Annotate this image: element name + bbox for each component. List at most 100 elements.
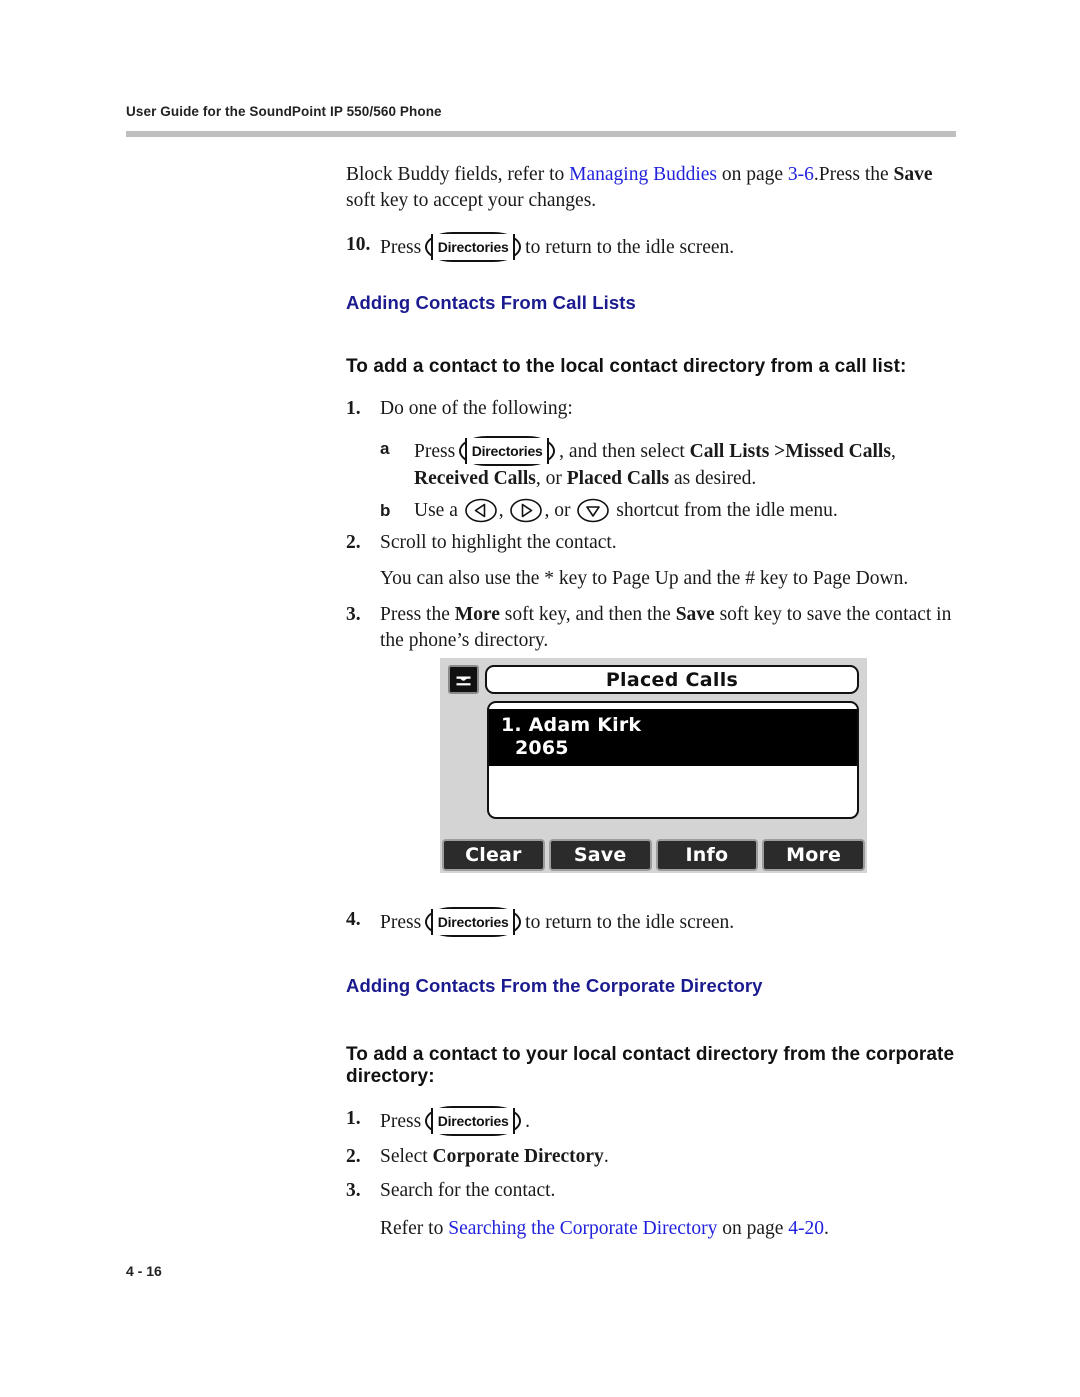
step-1b-marker: b: [380, 501, 391, 520]
keycap-label: Directories: [437, 914, 509, 930]
heading-adding-contacts-corporate-directory: Adding Contacts From the Corporate Direc…: [346, 975, 763, 996]
step-10-body: Press Directories to return to the idle sc…: [380, 232, 958, 262]
step-1b: b Use a , , or shortcut from the idle me…: [346, 498, 958, 524]
intro-text-a: Block Buddy fields, refer to: [346, 164, 570, 185]
arrow-right-key-icon[interactable]: [509, 498, 543, 523]
page-number: 4 - 16: [126, 1263, 162, 1279]
keycap-label: Directories: [471, 443, 543, 459]
corp-step-3-text: Search for the contact.: [380, 1180, 556, 1201]
step-1b-pre: Use a: [414, 500, 463, 521]
arrow-down-key-icon[interactable]: [576, 498, 610, 523]
step-3-mid: soft key, and then the: [499, 604, 676, 625]
step-1b-body: Use a , , or shortcut from the idle menu…: [414, 498, 958, 524]
step-1-call-list: 1. Do one of the following:: [346, 396, 958, 422]
corp-step-1-post: .: [525, 1111, 531, 1132]
corp-step-1-pre: Press: [380, 1111, 422, 1132]
directories-keycap[interactable]: Directories: [425, 907, 522, 937]
step-1-marker: 1.: [346, 398, 361, 419]
step-4-marker: 4.: [346, 909, 361, 930]
subheading-add-contact-call-list: To add a contact to the local contact di…: [346, 356, 907, 377]
step-2-note: You can also use the * key to Page Up an…: [380, 568, 909, 589]
handset-icon: [448, 665, 479, 694]
corp-note-pre: Refer to: [380, 1218, 449, 1239]
corp-step-1-marker: 1.: [346, 1108, 361, 1129]
step-10-pre: Press: [380, 237, 422, 258]
received-calls-bold: Received Calls: [414, 468, 536, 489]
corp-step-2-pre: Select: [380, 1146, 433, 1167]
step-1a-marker: a: [380, 439, 390, 458]
running-head: User Guide for the SoundPoint IP 550/560…: [126, 104, 442, 119]
step-1a-after3: as desired.: [669, 468, 757, 489]
corporate-directory-bold: Corporate Directory: [432, 1146, 604, 1167]
step-4-body: Press Directories to return to the idle sc…: [380, 907, 958, 937]
keycap-label: Directories: [437, 239, 509, 255]
step-4-pre: Press: [380, 912, 422, 933]
step-3-marker: 3.: [346, 604, 361, 625]
corp-step-1-body: Press Directories.: [380, 1106, 958, 1136]
call-lists-missed-calls-bold: Call Lists >Missed Calls: [689, 441, 891, 462]
lcd-entry-number: 2065: [515, 737, 569, 759]
softkey-clear[interactable]: Clear: [442, 839, 545, 871]
save-softkey-bold: Save: [675, 604, 715, 625]
step-1b-post: shortcut from the idle menu.: [611, 500, 838, 521]
lcd-entry-name: 1. Adam Kirk: [501, 714, 642, 736]
step-2-marker: 2.: [346, 532, 361, 553]
intro-text-c: .Press the: [813, 164, 894, 185]
page-ref-3-6[interactable]: 3-6: [788, 164, 814, 185]
lcd-call-list: 1. Adam Kirk 2065: [487, 701, 859, 819]
step-1a-mid: , and then select: [559, 441, 690, 462]
header-rule: [126, 131, 956, 137]
corp-note-post: .: [824, 1218, 829, 1239]
corp-step-3: 3. Search for the contact.: [346, 1178, 958, 1204]
corp-step-1: 1. Press Directories.: [346, 1106, 958, 1136]
step-3-pre: Press the: [380, 604, 455, 625]
corp-step-2-body: Select Corporate Directory.: [380, 1144, 958, 1170]
searching-corporate-directory-link[interactable]: Searching the Corporate Directory: [448, 1218, 717, 1239]
step-3-call-list: 3. Press the More soft key, and then the…: [346, 602, 958, 654]
step-10-marker: 10.: [346, 234, 371, 255]
corp-step-3-note: Refer to Searching the Corporate Directo…: [346, 1216, 958, 1242]
arrow-left-key-icon[interactable]: [464, 498, 498, 523]
step-1a-after2: , or: [535, 468, 567, 489]
step-1a-after1: ,: [890, 441, 896, 462]
page-ref-4-20[interactable]: 4-20: [788, 1218, 824, 1239]
keycap-label: Directories: [437, 1113, 509, 1129]
corp-note-mid: on page: [717, 1218, 789, 1239]
heading-adding-contacts-call-lists: Adding Contacts From Call Lists: [346, 292, 636, 313]
step-1a-pre: Press: [414, 441, 456, 462]
softkey-save[interactable]: Save: [548, 839, 652, 871]
more-softkey-bold: More: [454, 604, 500, 625]
corp-step-3-marker: 3.: [346, 1180, 361, 1201]
intro-text-b: on page: [716, 164, 788, 185]
softkey-info[interactable]: Info: [655, 839, 759, 871]
directories-keycap[interactable]: Directories: [425, 1106, 522, 1136]
step-3-body: Press the More soft key, and then the Sa…: [380, 602, 958, 654]
corp-step-2: 2. Select Corporate Directory.: [346, 1144, 958, 1170]
directories-keycap[interactable]: Directories: [425, 232, 522, 262]
step-1a: a Press Directories , and then select Call…: [346, 436, 958, 492]
step-10-post: to return to the idle screen.: [525, 237, 735, 258]
step-1-text: Do one of the following:: [380, 398, 573, 419]
step-2-call-list: 2. Scroll to highlight the contact.: [346, 530, 958, 556]
placed-calls-bold: Placed Calls: [566, 468, 670, 489]
step-1b-sep2: , or: [544, 500, 576, 521]
save-bold: Save: [893, 164, 933, 185]
corp-step-2-marker: 2.: [346, 1146, 361, 1167]
directories-keycap[interactable]: Directories: [459, 436, 556, 466]
phone-lcd-figure: Placed Calls 1. Adam Kirk 2065 Clear Sav…: [440, 658, 867, 873]
step-4-call-list: 4. Press Directories to return to the idle…: [346, 907, 958, 937]
lcd-title: Placed Calls: [485, 665, 859, 694]
step-1b-sep1: ,: [498, 500, 509, 521]
lcd-title-bar: Placed Calls: [448, 665, 859, 694]
step-10: 10. Press Directories to return to the idl…: [346, 232, 958, 262]
step-2-text: Scroll to highlight the contact.: [380, 532, 617, 553]
lcd-softkey-row: Clear Save Info More: [440, 839, 867, 873]
intro-paragraph: Block Buddy fields, refer to Managing Bu…: [346, 162, 958, 214]
softkey-more[interactable]: More: [762, 839, 865, 871]
step-4-post: to return to the idle screen.: [525, 912, 735, 933]
subheading-add-contact-corporate: To add a contact to your local contact d…: [346, 1044, 955, 1087]
step-1a-body: Press Directories , and then select Call L…: [414, 436, 958, 492]
intro-line2: soft key to accept your changes.: [346, 190, 597, 211]
managing-buddies-link[interactable]: Managing Buddies: [569, 164, 717, 185]
lcd-selected-entry[interactable]: 1. Adam Kirk 2065: [489, 709, 857, 766]
